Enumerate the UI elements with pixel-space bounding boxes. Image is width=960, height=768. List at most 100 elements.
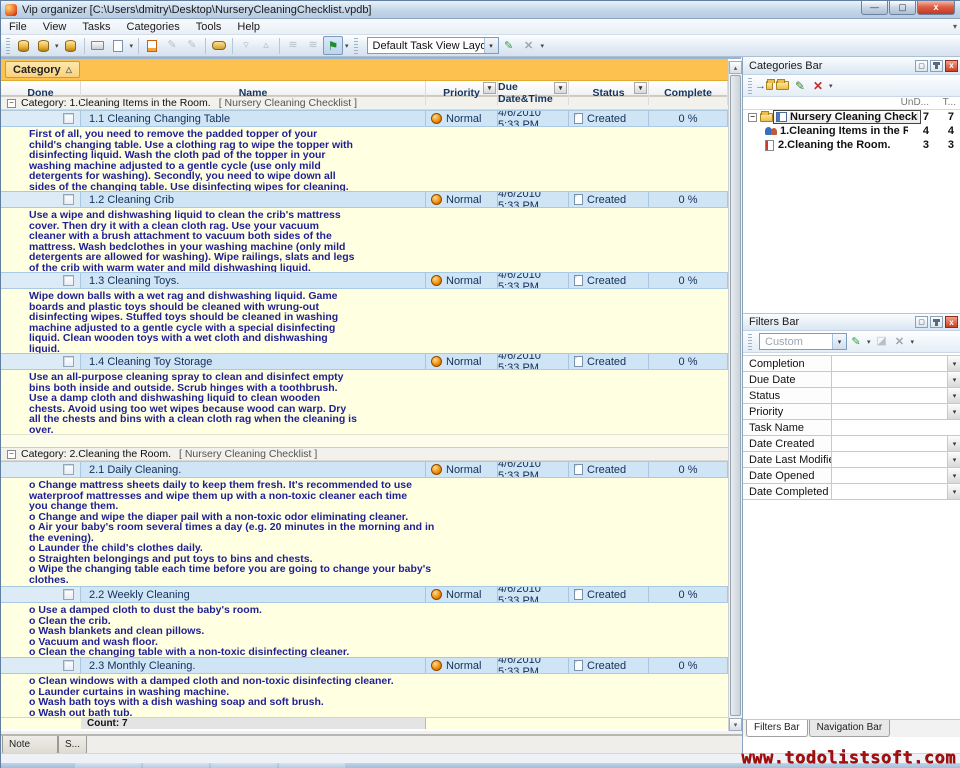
filter-value-field[interactable] [832, 420, 960, 435]
filter-dropdown-button[interactable]: ▾ [947, 484, 960, 499]
print-dropdown-icon[interactable]: ▾ [128, 42, 136, 50]
tab-filters-bar[interactable]: Filters Bar [746, 720, 808, 737]
menubar-overflow-icon[interactable]: ▾ [953, 22, 957, 31]
tree-column-total[interactable]: T... [943, 97, 956, 108]
categories-pin-button[interactable] [930, 60, 943, 72]
categories-toolbar-overflow-icon[interactable]: ▾ [827, 82, 835, 90]
filter-value-field[interactable] [832, 404, 947, 419]
filter-dropdown-button[interactable]: ▾ [947, 356, 960, 371]
move-to-bottom-button[interactable]: ≋ [283, 36, 303, 55]
filter-dropdown-button[interactable]: ▾ [947, 404, 960, 419]
filters-toolbar-overflow-icon[interactable]: ▾ [909, 338, 917, 346]
delete-category-button[interactable]: ✕ [809, 77, 827, 95]
move-to-top-button[interactable]: ≋ [303, 36, 323, 55]
column-header-complete[interactable]: Complete [649, 81, 728, 105]
task-row[interactable]: 1.4 Cleaning Toy Storage Normal 4/6/2010… [1, 353, 728, 370]
save-database-button[interactable] [61, 36, 81, 55]
task-row[interactable]: 2.3 Monthly Cleaning. Normal 4/6/2010 5:… [1, 657, 728, 674]
column-header-name[interactable]: Name [81, 81, 426, 105]
open-database-button[interactable] [33, 36, 53, 55]
task-checkbox[interactable] [63, 356, 74, 367]
move-up-button[interactable]: ▵ [256, 36, 276, 55]
combo-dropdown-button[interactable]: ▾ [484, 38, 498, 53]
column-header-priority[interactable]: Priority ▾ [426, 81, 498, 105]
menu-help[interactable]: Help [229, 20, 268, 34]
filter-value-field[interactable] [832, 388, 947, 403]
close-button[interactable]: x [917, 1, 955, 15]
categories-restore-button[interactable]: ▢ [915, 60, 928, 72]
scroll-down-icon[interactable]: ▾ [729, 718, 742, 731]
filter-value-field[interactable] [832, 436, 947, 451]
task-checkbox[interactable] [63, 194, 74, 205]
filter-value-field[interactable] [832, 468, 947, 483]
categories-close-button[interactable]: x [945, 60, 958, 72]
tab-s[interactable]: S... [58, 736, 87, 754]
task-checkbox[interactable] [63, 464, 74, 475]
task-row[interactable]: 1.2 Cleaning Crib Normal 4/6/2010 5:33 P… [1, 191, 728, 208]
print-button[interactable] [88, 36, 108, 55]
menu-tools[interactable]: Tools [188, 20, 230, 34]
new-checklist-button[interactable]: → [755, 77, 773, 95]
filter-value-field[interactable] [832, 372, 947, 387]
task-row[interactable]: 2.2 Weekly Cleaning Normal 4/6/2010 5:33… [1, 586, 728, 603]
complete-task-button[interactable]: ✎ [182, 36, 202, 55]
filter-dropdown-button[interactable]: ▾ [947, 388, 960, 403]
task-checkbox[interactable] [63, 589, 74, 600]
tab-note[interactable]: Note [2, 736, 58, 754]
task-view-layout-combo[interactable]: Default Task View Layout ▾ [367, 37, 499, 54]
due-filter-dropdown[interactable]: ▾ [554, 82, 567, 94]
new-database-button[interactable] [13, 36, 33, 55]
highlight-flag-button[interactable]: ⚑ [323, 36, 343, 55]
scrollbar-thumb[interactable] [730, 75, 741, 716]
task-checkbox[interactable] [63, 660, 74, 671]
column-header-done[interactable]: Done [1, 81, 81, 105]
filter-dropdown-button[interactable]: ▾ [947, 436, 960, 451]
scroll-up-icon[interactable]: ▴ [729, 61, 742, 74]
menu-file[interactable]: File [1, 20, 35, 34]
status-filter-dropdown[interactable]: ▾ [634, 82, 647, 94]
apply-filter-button[interactable]: ✎ [847, 333, 865, 351]
collapse-group-icon[interactable]: − [7, 450, 16, 459]
erase-filter-button[interactable]: ◪ [873, 333, 891, 351]
task-row[interactable]: 1.1 Cleaning Changing Table Normal 4/6/2… [1, 110, 728, 127]
tree-item-category-2[interactable]: 2.Cleaning the Room. 3 3 [743, 138, 960, 152]
filter-value-field[interactable] [832, 452, 947, 467]
filters-restore-button[interactable]: ▢ [915, 316, 928, 328]
menu-tasks[interactable]: Tasks [74, 20, 118, 34]
minimize-button[interactable]: — [861, 1, 888, 15]
group-header-row[interactable]: − Category: 2.Cleaning the Room. [ Nurse… [1, 447, 728, 461]
filter-dropdown-button[interactable]: ▾ [947, 452, 960, 467]
tree-column-undone[interactable]: UnD... [901, 97, 929, 108]
flag-dropdown-icon[interactable]: ▾ [343, 42, 351, 50]
search-button[interactable] [209, 36, 229, 55]
open-database-dropdown-icon[interactable]: ▾ [53, 42, 61, 50]
task-row[interactable]: 1.3 Cleaning Toys. Normal 4/6/2010 5:33 … [1, 272, 728, 289]
task-row[interactable]: 2.1 Daily Cleaning. Normal 4/6/2010 5:33… [1, 461, 728, 478]
new-task-button[interactable] [142, 36, 162, 55]
column-header-status[interactable]: Status ▾ [569, 81, 649, 105]
print-preview-button[interactable] [108, 36, 128, 55]
move-down-button[interactable]: ▿ [236, 36, 256, 55]
clear-filter-button[interactable]: ✕ [891, 333, 909, 351]
menu-view[interactable]: View [35, 20, 75, 34]
tree-item-checklist[interactable]: − Nursery Cleaning Checklist 7 7 [743, 110, 960, 124]
maximize-button[interactable]: ▢ [889, 1, 916, 15]
collapse-tree-icon[interactable]: − [748, 113, 757, 122]
menu-categories[interactable]: Categories [119, 20, 188, 34]
edit-task-button[interactable]: ✎ [162, 36, 182, 55]
task-checkbox[interactable] [63, 275, 74, 286]
combo-dropdown-button[interactable]: ▾ [832, 334, 846, 349]
priority-filter-dropdown[interactable]: ▾ [483, 82, 496, 94]
task-checkbox[interactable] [63, 113, 74, 124]
filter-dropdown-button[interactable]: ▾ [947, 372, 960, 387]
filter-value-field[interactable] [832, 356, 947, 371]
apply-filter-dropdown-icon[interactable]: ▾ [865, 338, 873, 346]
grid-vertical-scrollbar[interactable]: ▴ ▾ [728, 61, 741, 731]
edit-category-button[interactable]: ✎ [791, 77, 809, 95]
filters-close-button[interactable]: x [945, 316, 958, 328]
column-header-due[interactable]: Due Date&Time ▾ [498, 81, 569, 105]
save-layout-button[interactable]: ✎ [499, 36, 519, 55]
tab-navigation-bar[interactable]: Navigation Bar [809, 720, 891, 737]
group-by-category-tab[interactable]: Category △ [5, 61, 80, 78]
filter-dropdown-button[interactable]: ▾ [947, 468, 960, 483]
